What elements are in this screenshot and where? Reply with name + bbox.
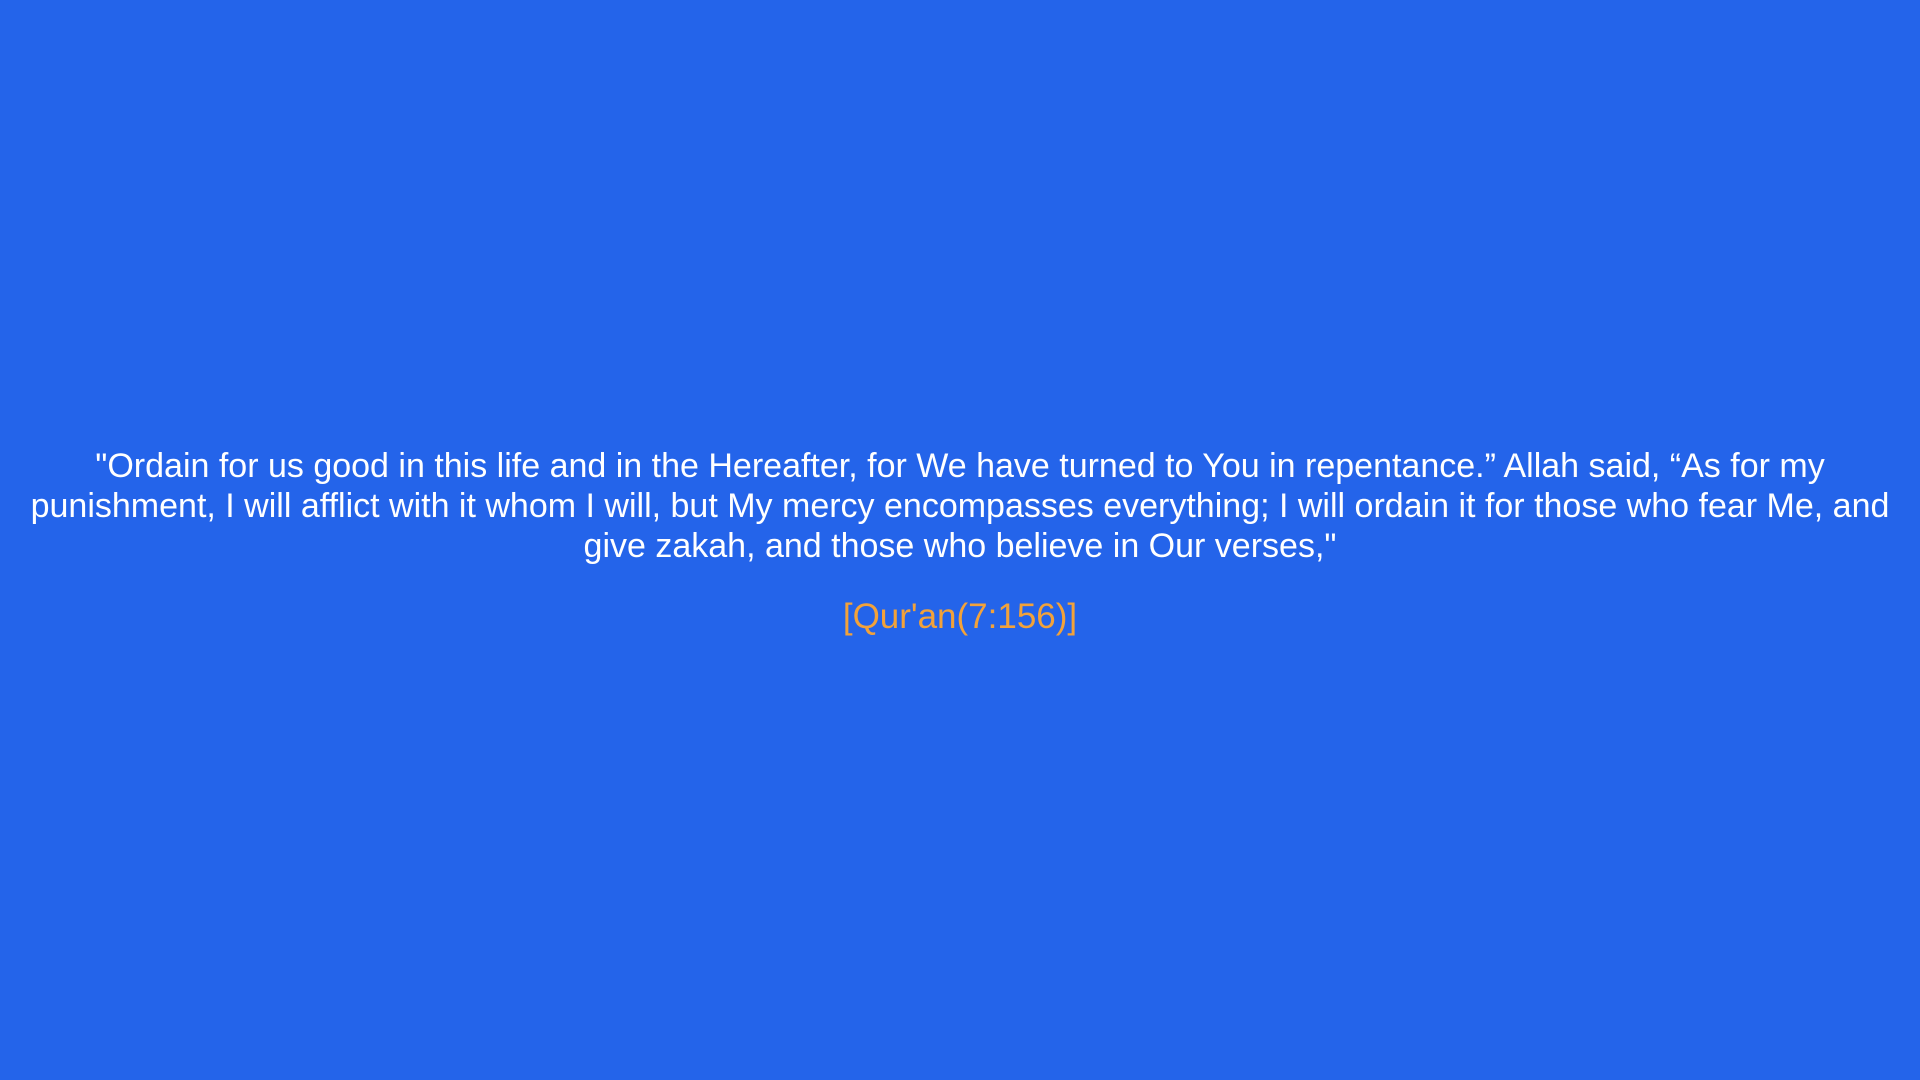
quote-container: "Ordain for us good in this life and in … [20,446,1900,637]
quote-screen: "Ordain for us good in this life and in … [0,0,1920,1080]
quote-text: "Ordain for us good in this life and in … [30,446,1890,565]
quote-citation: [Qur'an(7:156)] [842,596,1078,636]
